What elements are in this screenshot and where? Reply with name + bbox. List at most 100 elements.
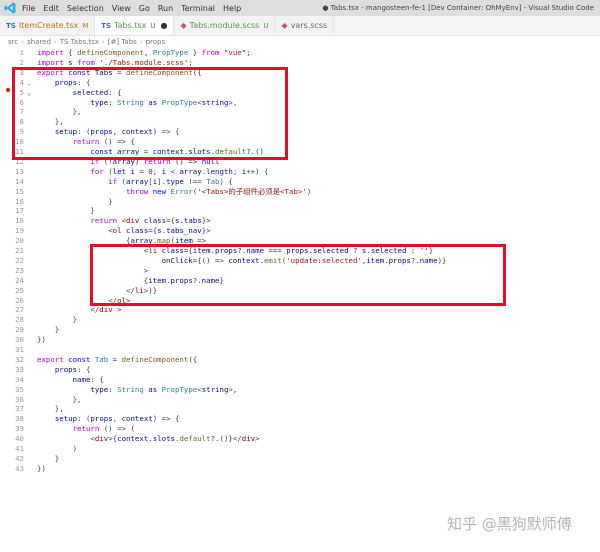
code-line[interactable]: 25 </li>)} [0,286,600,296]
code-text: } [37,206,95,216]
code-line[interactable]: 27 </div > [0,305,600,315]
code-text: </div > [37,305,122,315]
code-text: import { defineComponent, PropType } fro… [37,48,251,57]
code-line[interactable]: 34 name: { [0,375,600,385]
breadcrumb-item[interactable]: shared [27,38,51,46]
breadcrumb-item[interactable]: src [8,38,18,46]
menu-view[interactable]: View [112,4,131,13]
menu-go[interactable]: Go [139,4,150,13]
code-text: onClick={() => context.emit('update:sele… [161,255,447,265]
line-number: 37 [15,404,24,414]
code-text: return <div class={s.tabs}> [90,216,211,226]
breadcrumb-item[interactable]: [#] Tabs [108,38,137,46]
line-number: 24 [15,275,24,285]
code-line[interactable]: 24 {item.props?.name} [0,276,600,286]
code-line[interactable]: 36 }, [0,395,600,405]
scss-file-icon: ◆ [281,21,288,30]
fold-chevron-icon[interactable]: ⌄ [27,78,31,88]
code-text: } [37,315,78,325]
line-number: 14 [15,176,24,186]
code-text: type: String as PropType<string>, [90,97,238,107]
code-text: setup: (props, context) => { [54,414,180,424]
code-line[interactable]: 2 import s from './Tabs.module.scss'; [0,58,600,68]
menu-help[interactable]: Help [223,4,241,13]
code-editor[interactable]: 1 import { defineComponent, PropType } fr… [0,48,600,494]
tab-vars-scss[interactable]: ◆ vars.scss [275,16,335,35]
code-line[interactable]: 13 for (let i = 0; i < array.length; i++… [0,167,600,177]
tab-itemcreate[interactable]: TS ItemCreate.tsx M [0,16,96,35]
code-line[interactable]: 11 const array = context.slots.default?.… [0,147,600,157]
code-line[interactable]: 17 } [0,206,600,216]
code-line[interactable]: 39 return () => ( [0,424,600,434]
git-status-badge: U [263,21,269,30]
code-line[interactable]: 38 setup: (props, context) => { [0,414,600,424]
code-text: return () => { [72,137,135,147]
code-line[interactable]: 16 } [0,197,600,207]
code-line[interactable]: 10 return () => { [0,137,600,147]
line-number: 38 [15,414,24,424]
code-line[interactable]: 19 <ol class={s.tabs_nav}> [0,226,600,236]
git-status-badge: U [150,21,156,30]
code-text: }, [37,107,82,117]
code-line[interactable]: 22 onClick={() => context.emit('update:s… [0,256,600,266]
code-text: ) [37,444,78,453]
vscode-logo-icon [4,2,16,14]
menu-file[interactable]: File [22,4,35,13]
code-line[interactable]: 4 ⌄ props: { [0,78,600,88]
line-number: 16 [15,196,24,206]
breakpoint-icon[interactable] [6,88,10,92]
watermark: 知乎 @黑狗默师傅 [447,515,572,533]
code-line[interactable]: 3 export const Tabs = defineComponent({ [0,68,600,78]
code-line[interactable]: 32 export const Tab = defineComponent({ [0,355,600,365]
code-line[interactable]: 37 }, [0,404,600,414]
code-line[interactable]: 29 } [0,325,600,335]
code-text: <div>{context.slots.default?.()}</div> [37,434,260,444]
code-line[interactable]: 42 } [0,454,600,464]
fold-chevron-icon[interactable]: ⌄ [27,88,31,98]
code-line[interactable]: 26 </ol> [0,296,600,306]
tab-label: Tabs.tsx [114,21,147,30]
code-text: for (let i = 0; i < array.length; i++) { [90,166,269,176]
code-line[interactable]: 41 ) [0,444,600,454]
menu-edit[interactable]: Edit [43,4,59,13]
code-line[interactable]: 43}) [0,464,600,474]
code-line[interactable]: 15 throw new Error('<Tabs>的子组件必须是<Tab>') [0,187,600,197]
unsaved-dot-icon[interactable]: ● [161,21,168,30]
code-line[interactable]: 8 }, [0,117,600,127]
code-line[interactable]: 35 type: String as PropType<string>, [0,385,600,395]
code-line[interactable]: 6 type: String as PropType<string>, [0,98,600,108]
code-line[interactable]: 14 if (array[i].type !== Tab) { [0,177,600,187]
line-number: 1 [19,48,24,57]
menu-selection[interactable]: Selection [67,4,104,13]
scss-file-icon: ◆ [180,21,187,30]
code-line[interactable]: 1 import { defineComponent, PropType } fr… [0,48,600,58]
breadcrumb-item[interactable]: TS Tabs.tsx [60,38,99,46]
code-line[interactable]: 9 setup: (props, context) => { [0,127,600,137]
code-line[interactable]: 21 <li class={item.props?.name === props… [0,246,600,256]
code-line[interactable]: 23 > [0,266,600,276]
breadcrumb-item[interactable]: props [146,38,166,46]
code-line[interactable]: 18 return <div class={s.tabs}> [0,216,600,226]
line-number: 29 [15,325,24,335]
code-line[interactable]: 12 if (!array) return () => null [0,157,600,167]
code-line[interactable]: 20 {array.map(item => [0,236,600,246]
line-number: 15 [15,186,24,196]
tab-tabs-tsx[interactable]: TS Tabs.tsx U ● [95,16,175,35]
code-text: } [37,453,60,463]
line-number: 22 [15,255,24,265]
code-line[interactable]: 30}) [0,335,600,345]
breadcrumb: src › shared › TS Tabs.tsx › [#] Tabs › … [0,36,600,48]
code-line[interactable]: 5 ⌄ selected: { [0,88,600,98]
line-number: 34 [15,374,24,384]
code-line[interactable]: 7 }, [0,107,600,117]
code-line[interactable]: 28 } [0,315,600,325]
menu-terminal[interactable]: Terminal [181,4,215,13]
code-line[interactable]: 33 props: { [0,365,600,375]
line-number: 39 [15,424,24,434]
title-bar: File Edit Selection View Go Run Terminal… [0,0,600,16]
menu-run[interactable]: Run [158,4,173,13]
code-line[interactable]: 40 <div>{context.slots.default?.()}</div… [0,434,600,444]
code-line[interactable]: 31 [0,345,600,355]
tab-tabs-module-scss[interactable]: ◆ Tabs.module.scss U [174,16,276,35]
code-text: <li class={item.props?.name === props.se… [37,246,434,255]
